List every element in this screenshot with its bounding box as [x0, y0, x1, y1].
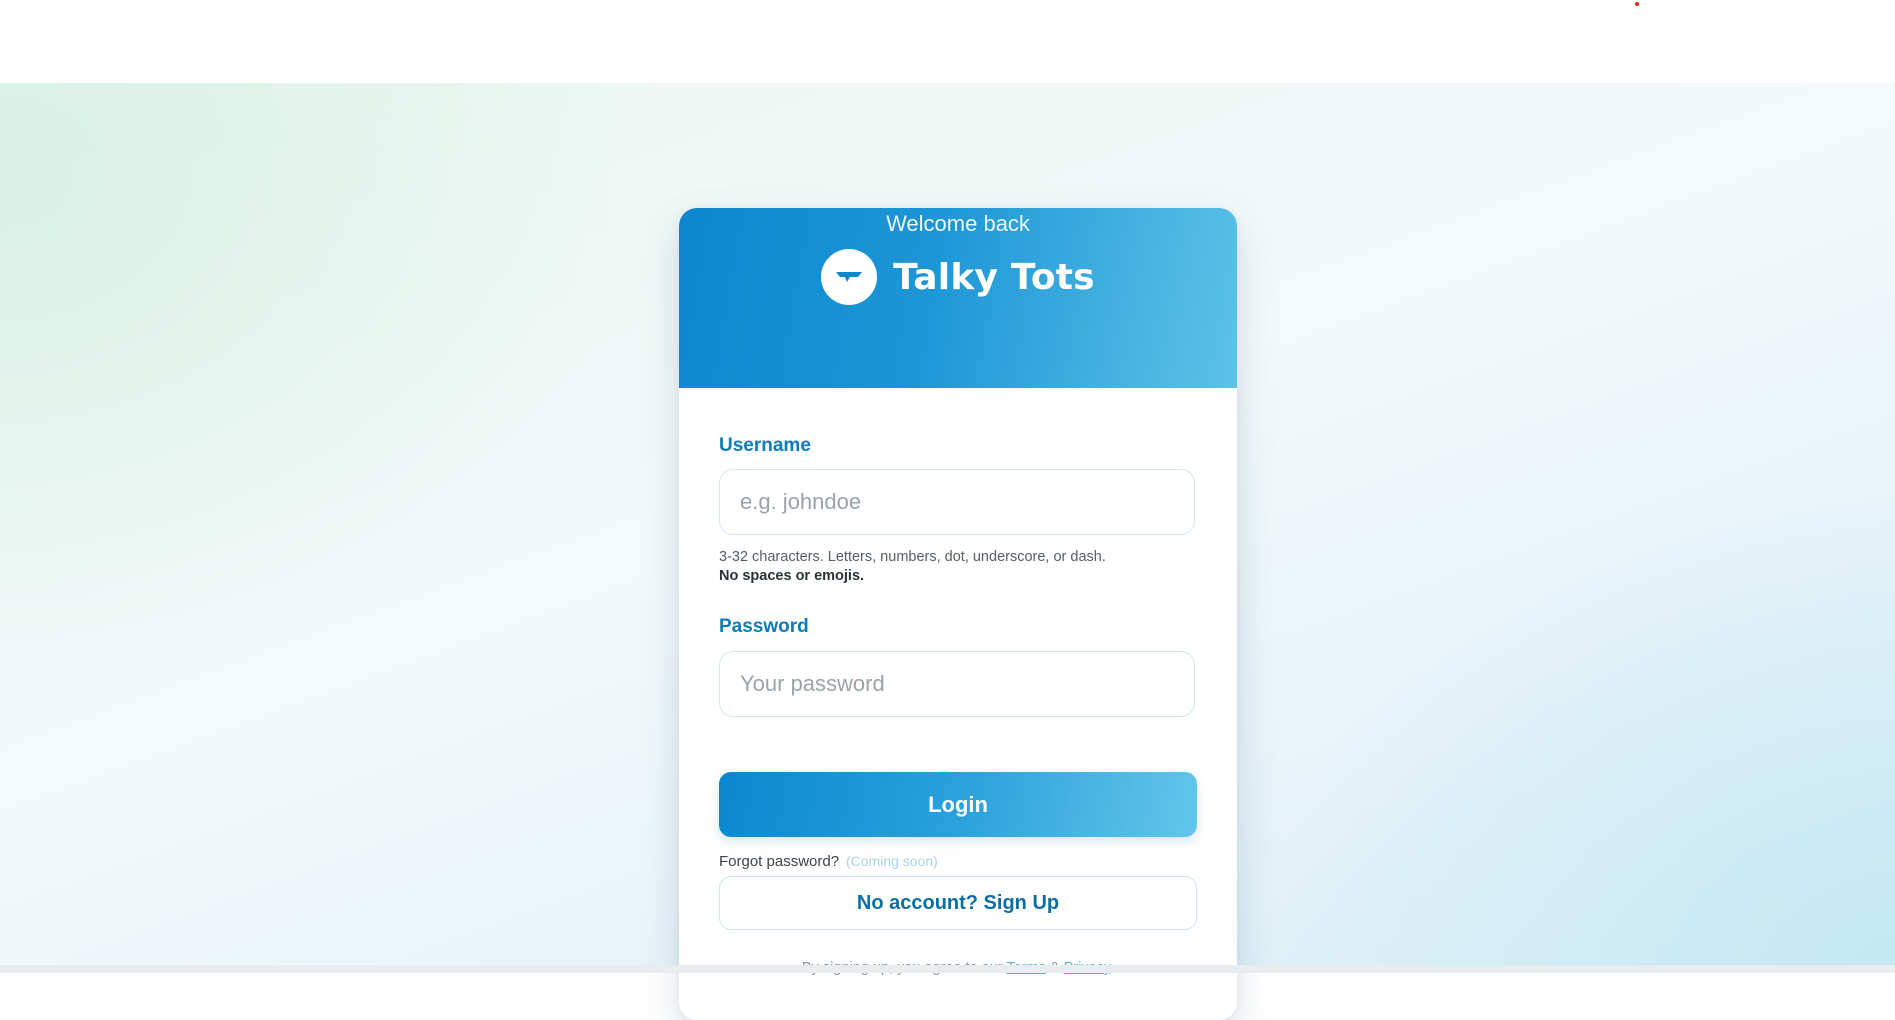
password-label: Password [719, 616, 809, 637]
page-background: Talky Tots Welcome back Username 3-32 ch… [0, 83, 1895, 1020]
forgot-password-link[interactable]: Forgot password? [719, 853, 839, 870]
welcome-subtitle: Welcome back [886, 211, 1030, 236]
username-hint-strong: No spaces or emojis. [719, 568, 865, 584]
bottom-strip [0, 965, 1895, 973]
chat-bubble-icon [821, 249, 878, 305]
username-field[interactable] [719, 469, 1195, 535]
login-button[interactable]: Login [719, 772, 1197, 837]
password-field[interactable] [719, 651, 1195, 717]
username-hint: 3-32 characters. Letters, numbers, dot, … [719, 549, 1106, 565]
app-name: Talky Tots [893, 256, 1095, 298]
signup-button[interactable]: No account? Sign Up [719, 876, 1197, 930]
password-input[interactable] [720, 652, 1194, 716]
coming-soon-note: (Coming soon) [846, 853, 938, 869]
top-bar [0, 0, 1895, 83]
login-card: Talky Tots Welcome back Username 3-32 ch… [679, 208, 1237, 1020]
recording-dot [1635, 2, 1639, 6]
username-input[interactable] [720, 470, 1194, 534]
username-label: Username [719, 435, 811, 456]
card-header: Talky Tots Welcome back [679, 208, 1237, 388]
brand: Talky Tots [679, 248, 1237, 306]
